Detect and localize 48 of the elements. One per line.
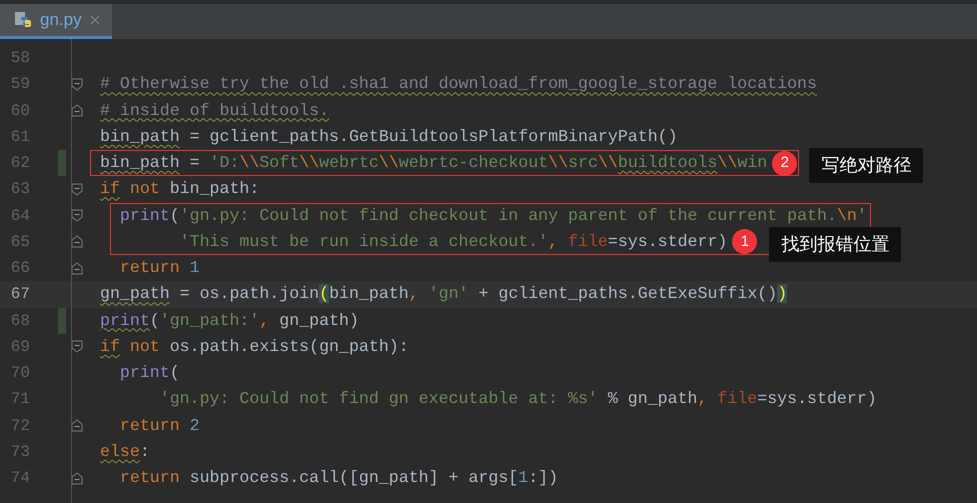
code-line: return 2 (118, 416, 200, 436)
fold-end-icon[interactable] (71, 419, 83, 432)
fold-start-icon[interactable] (71, 182, 83, 196)
code-line: 'gn.py: Could not find gn executable at: %s' % gn_path, file=sys.stderr) (158, 389, 877, 410)
fold-end-icon[interactable] (71, 262, 83, 275)
code-line: bin_path = 'D:\\Soft\\webrtc\\webrtc-checkout\\src\\buildtools\\win (100, 153, 768, 174)
step-number-badge: 1 (732, 229, 758, 254)
code-line: # Otherwise try the old .sha1 and download_from_google_storage locations (100, 74, 817, 94)
fold-end-icon[interactable] (71, 472, 83, 485)
fold-end-icon[interactable] (71, 104, 83, 118)
line-number: 70 (10, 363, 30, 384)
line-number: 60 (10, 100, 30, 122)
code-line: if not os.path.exists(gn_path): (100, 336, 409, 357)
code-line: return 1 (118, 258, 200, 278)
line-number: 69 (10, 336, 30, 358)
fold-start-icon[interactable] (71, 209, 83, 222)
fold-start-icon[interactable] (71, 78, 83, 91)
line-number: 62 (10, 153, 30, 174)
code-line: print( (118, 363, 180, 384)
line-number: 58 (10, 48, 30, 70)
code-line: print('gn.py: Could not find checkout in any parent of the current path.\n' (118, 206, 867, 226)
code-line: print('gn_path:', gn_path) (100, 310, 359, 331)
fold-start-icon[interactable] (71, 340, 83, 354)
callout-tooltip: 写绝对路径 (809, 148, 924, 184)
code-line: # inside of buildtools. (100, 100, 330, 121)
line-number: 63 (10, 179, 30, 200)
line-number: 64 (10, 206, 30, 227)
code-line: 'This must be run inside a checkout.', file=sys.stderr) (178, 232, 728, 252)
line-number: 65 (10, 232, 30, 253)
code-line: if not bin_path: (100, 179, 260, 200)
fold-end-icon[interactable] (71, 235, 83, 248)
step-number-badge: 2 (772, 150, 798, 176)
line-number: 74 (10, 468, 30, 490)
line-number: 68 (10, 310, 30, 332)
code-line: bin_path = gclient_paths.GetBuildtoolsPlatformBinaryPath() (100, 126, 678, 147)
python-file-icon (14, 11, 32, 29)
callout-tooltip: 找到报错位置 (769, 226, 902, 262)
line-number: 72 (10, 416, 30, 437)
line-number: 67 (10, 284, 30, 306)
line-number: 66 (10, 258, 30, 280)
code-line: else: (100, 442, 150, 462)
file-tab[interactable]: gn.py (0, 4, 112, 39)
code-line: gn_path = os.path.join(bin_path, 'gn' + gclient_paths.GetExeSuffix()) (100, 284, 788, 304)
code-line: return subprocess.call([gn_path] + args[1:]) (118, 468, 558, 488)
line-number: 59 (10, 74, 30, 96)
line-number: 61 (10, 126, 30, 148)
line-number: 73 (10, 442, 30, 463)
line-number: 71 (10, 389, 30, 410)
